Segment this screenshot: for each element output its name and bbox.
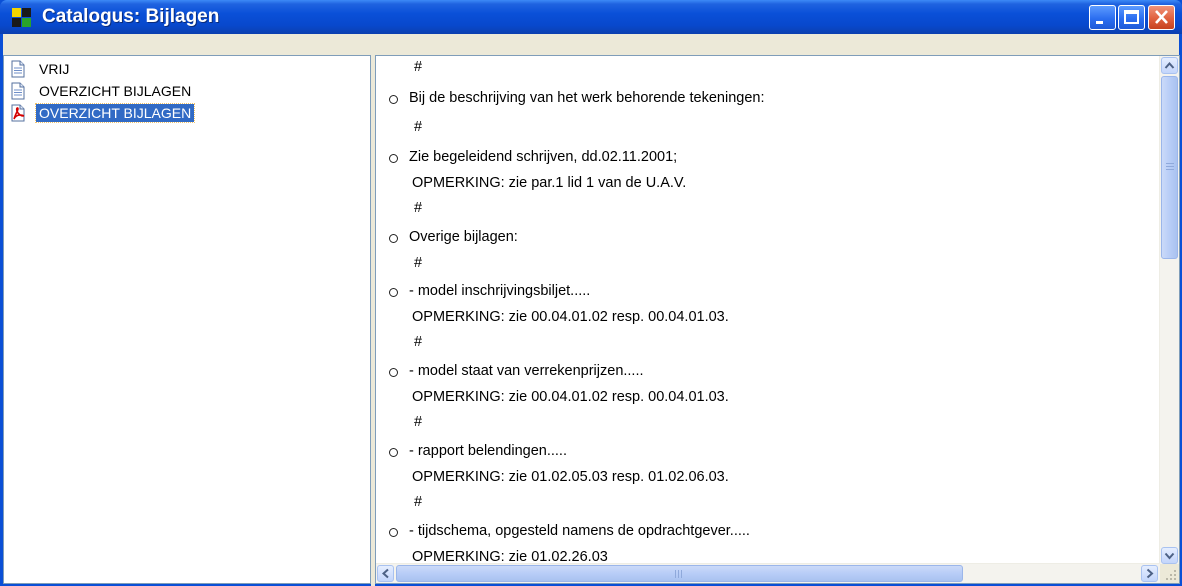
vertical-scroll-thumb[interactable] xyxy=(1161,76,1178,259)
line-text: # xyxy=(414,119,423,135)
document-icon xyxy=(11,82,25,100)
window-title: Catalogus: Bijlagen xyxy=(42,6,220,27)
bullet-icon xyxy=(389,154,398,163)
line-text: OPMERKING: zie 00.04.01.02 resp. 00.04.0… xyxy=(412,389,729,405)
line-text: Overige bijlagen: xyxy=(409,229,518,245)
document-icon xyxy=(11,60,25,78)
line-text: OPMERKING: zie 01.02.05.03 resp. 01.02.0… xyxy=(412,469,729,485)
tree-item-label: OVERZICHT BIJLAGEN xyxy=(34,103,196,123)
bullet-icon xyxy=(389,368,398,377)
bullet-icon xyxy=(389,448,398,457)
line-text: # xyxy=(414,200,423,216)
line-text: - rapport belendingen..... xyxy=(409,443,567,459)
line-text: - tijdschema, opgesteld namens de opdrac… xyxy=(409,523,750,539)
line-text: OPMERKING: zie par.1 lid 1 van de U.A.V. xyxy=(412,175,687,191)
resize-grip[interactable] xyxy=(1160,564,1179,583)
scroll-left-icon xyxy=(381,568,389,579)
maximize-button[interactable] xyxy=(1118,5,1145,30)
application-window: Catalogus: Bijlagen VRIJ OVERZICHT BIJLA… xyxy=(0,0,1182,586)
bullet-icon xyxy=(389,95,398,104)
tree-item-label: VRIJ xyxy=(39,61,70,77)
vertical-scrollbar[interactable] xyxy=(1159,56,1179,566)
content-panel[interactable]: # Bij de beschrijving van het werk behor… xyxy=(375,55,1180,584)
bullet-icon xyxy=(389,234,398,243)
line-text: - model staat van verrekenprijzen..... xyxy=(409,363,644,379)
resize-grip-icon xyxy=(1166,570,1176,580)
line-text: Bij de beschrijving van het werk behoren… xyxy=(409,90,765,106)
line-text: # xyxy=(414,255,423,271)
title-bar[interactable]: Catalogus: Bijlagen xyxy=(0,0,1182,34)
tree-item-vrij[interactable]: VRIJ xyxy=(10,59,72,79)
app-icon xyxy=(12,8,31,27)
scroll-down-icon xyxy=(1164,552,1175,560)
pdf-document-icon xyxy=(11,104,25,122)
line-text: # xyxy=(414,494,423,510)
close-button[interactable] xyxy=(1148,5,1175,30)
scroll-right-icon xyxy=(1146,568,1154,579)
scroll-down-button[interactable] xyxy=(1161,547,1178,564)
horizontal-scroll-thumb[interactable] xyxy=(396,565,963,582)
minimize-button[interactable] xyxy=(1089,5,1116,30)
bullet-icon xyxy=(389,528,398,537)
scroll-left-button[interactable] xyxy=(377,565,394,582)
line-text: OPMERKING: zie 00.04.01.02 resp. 00.04.0… xyxy=(412,309,729,325)
tree-item-overzicht-bijlagen[interactable]: OVERZICHT BIJLAGEN xyxy=(10,81,194,101)
tree-panel[interactable]: VRIJ OVERZICHT BIJLAGEN OVERZICHT BIJLAG… xyxy=(3,55,371,584)
line-text: # xyxy=(414,334,423,350)
scroll-up-button[interactable] xyxy=(1161,57,1178,74)
scroll-right-button[interactable] xyxy=(1141,565,1158,582)
line-text: # xyxy=(414,414,423,430)
scroll-up-icon xyxy=(1164,61,1175,69)
line-text: # xyxy=(414,59,423,75)
bullet-icon xyxy=(389,288,398,297)
maximize-icon xyxy=(1124,10,1139,24)
horizontal-scrollbar[interactable] xyxy=(376,563,1160,583)
close-icon xyxy=(1155,10,1168,24)
tree-item-label: OVERZICHT BIJLAGEN xyxy=(39,83,192,99)
line-text: - model inschrijvingsbiljet..... xyxy=(409,283,591,299)
line-text: Zie begeleidend schrijven, dd.02.11.2001… xyxy=(409,149,678,165)
tree-item-overzicht-bijlagen-pdf[interactable]: OVERZICHT BIJLAGEN xyxy=(10,103,196,123)
minimize-icon xyxy=(1096,21,1103,24)
